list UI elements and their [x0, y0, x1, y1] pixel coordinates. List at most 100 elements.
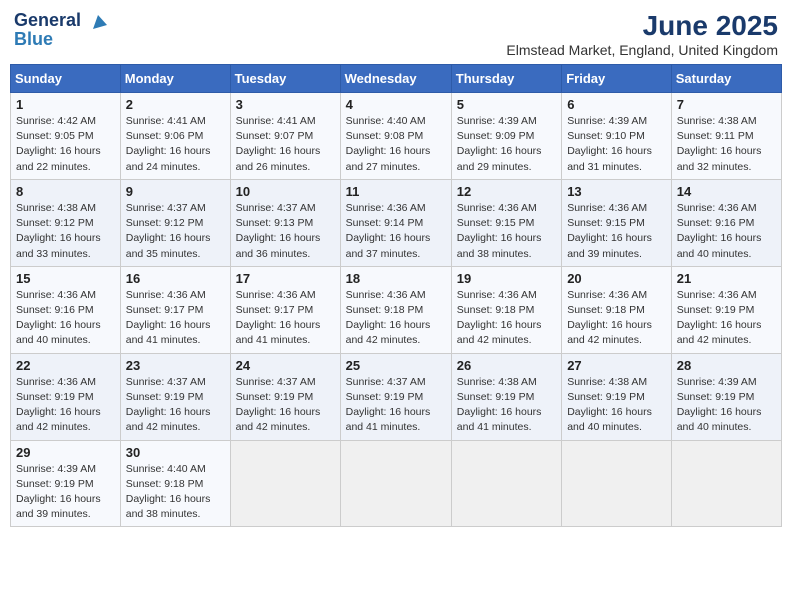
day-number: 21 [677, 271, 776, 286]
day-info: Sunrise: 4:36 AMSunset: 9:19 PMDaylight:… [16, 375, 115, 436]
day-info: Sunrise: 4:37 AMSunset: 9:19 PMDaylight:… [346, 375, 446, 436]
weekday-header-row: SundayMondayTuesdayWednesdayThursdayFrid… [11, 65, 782, 93]
day-info: Sunrise: 4:37 AMSunset: 9:19 PMDaylight:… [236, 375, 335, 436]
calendar-cell: 15 Sunrise: 4:36 AMSunset: 9:16 PMDayligh… [11, 266, 121, 353]
day-info: Sunrise: 4:41 AMSunset: 9:07 PMDaylight:… [236, 114, 335, 175]
day-number: 17 [236, 271, 335, 286]
day-info: Sunrise: 4:40 AMSunset: 9:18 PMDaylight:… [126, 462, 225, 523]
day-info: Sunrise: 4:39 AMSunset: 9:09 PMDaylight:… [457, 114, 556, 175]
calendar-cell: 12 Sunrise: 4:36 AMSunset: 9:15 PMDayligh… [451, 179, 561, 266]
day-info: Sunrise: 4:36 AMSunset: 9:15 PMDaylight:… [457, 201, 556, 262]
calendar-cell [230, 440, 340, 527]
calendar-cell: 26Sunrise: 4:38 AMSunset: 9:19 PMDayligh… [451, 353, 561, 440]
day-info: Sunrise: 4:36 AMSunset: 9:19 PMDaylight:… [677, 288, 776, 349]
day-number: 22 [16, 358, 115, 373]
weekday-header-sunday: Sunday [11, 65, 121, 93]
weekday-header-friday: Friday [562, 65, 672, 93]
weekday-header-saturday: Saturday [671, 65, 781, 93]
logo: General Blue [14, 10, 110, 50]
day-info: Sunrise: 4:36 AMSunset: 9:17 PMDaylight:… [126, 288, 225, 349]
day-number: 30 [126, 445, 225, 460]
day-number: 10 [236, 184, 335, 199]
calendar-cell: 3 Sunrise: 4:41 AMSunset: 9:07 PMDaylight… [230, 93, 340, 180]
calendar-cell: 28Sunrise: 4:39 AMSunset: 9:19 PMDayligh… [671, 353, 781, 440]
day-number: 14 [677, 184, 776, 199]
day-info: Sunrise: 4:36 AMSunset: 9:16 PMDaylight:… [16, 288, 115, 349]
day-info: Sunrise: 4:37 AMSunset: 9:19 PMDaylight:… [126, 375, 225, 436]
day-info: Sunrise: 4:38 AMSunset: 9:11 PMDaylight:… [677, 114, 776, 175]
day-number: 3 [236, 97, 335, 112]
calendar-table: SundayMondayTuesdayWednesdayThursdayFrid… [10, 64, 782, 527]
day-info: Sunrise: 4:36 AMSunset: 9:14 PMDaylight:… [346, 201, 446, 262]
calendar-cell: 17 Sunrise: 4:36 AMSunset: 9:17 PMDayligh… [230, 266, 340, 353]
day-number: 6 [567, 97, 666, 112]
day-number: 23 [126, 358, 225, 373]
day-number: 12 [457, 184, 556, 199]
calendar-cell: 8 Sunrise: 4:38 AMSunset: 9:12 PMDaylight… [11, 179, 121, 266]
day-info: Sunrise: 4:38 AMSunset: 9:12 PMDaylight:… [16, 201, 115, 262]
calendar-cell: 13 Sunrise: 4:36 AMSunset: 9:15 PMDayligh… [562, 179, 672, 266]
day-number: 29 [16, 445, 115, 460]
day-info: Sunrise: 4:36 AMSunset: 9:15 PMDaylight:… [567, 201, 666, 262]
day-number: 4 [346, 97, 446, 112]
calendar-cell [671, 440, 781, 527]
weekday-header-wednesday: Wednesday [340, 65, 451, 93]
day-number: 8 [16, 184, 115, 199]
day-info: Sunrise: 4:36 AMSunset: 9:18 PMDaylight:… [567, 288, 666, 349]
calendar-cell: 6 Sunrise: 4:39 AMSunset: 9:10 PMDaylight… [562, 93, 672, 180]
calendar-cell: 22 Sunrise: 4:36 AMSunset: 9:19 PMDayligh… [11, 353, 121, 440]
day-number: 11 [346, 184, 446, 199]
day-number: 5 [457, 97, 556, 112]
day-number: 15 [16, 271, 115, 286]
title-block: June 2025 Elmstead Market, England, Unit… [506, 10, 778, 58]
day-info: Sunrise: 4:39 AMSunset: 9:19 PMDaylight:… [16, 462, 115, 523]
calendar-cell: 16Sunrise: 4:36 AMSunset: 9:17 PMDayligh… [120, 266, 230, 353]
calendar-cell: 24 Sunrise: 4:37 AMSunset: 9:19 PMDayligh… [230, 353, 340, 440]
day-info: Sunrise: 4:42 AMSunset: 9:05 PMDaylight:… [16, 114, 115, 175]
calendar-week-4: 22 Sunrise: 4:36 AMSunset: 9:19 PMDayligh… [11, 353, 782, 440]
day-number: 9 [126, 184, 225, 199]
calendar-cell: 25 Sunrise: 4:37 AMSunset: 9:19 PMDayligh… [340, 353, 451, 440]
calendar-week-5: 29 Sunrise: 4:39 AMSunset: 9:19 PMDayligh… [11, 440, 782, 527]
calendar-cell: 20 Sunrise: 4:36 AMSunset: 9:18 PMDayligh… [562, 266, 672, 353]
day-number: 20 [567, 271, 666, 286]
calendar-cell: 14 Sunrise: 4:36 AMSunset: 9:16 PMDayligh… [671, 179, 781, 266]
calendar-week-2: 8 Sunrise: 4:38 AMSunset: 9:12 PMDaylight… [11, 179, 782, 266]
day-number: 13 [567, 184, 666, 199]
day-info: Sunrise: 4:37 AMSunset: 9:12 PMDaylight:… [126, 201, 225, 262]
calendar-cell: 7 Sunrise: 4:38 AMSunset: 9:11 PMDaylight… [671, 93, 781, 180]
day-info: Sunrise: 4:36 AMSunset: 9:16 PMDaylight:… [677, 201, 776, 262]
day-info: Sunrise: 4:39 AMSunset: 9:19 PMDaylight:… [677, 375, 776, 436]
day-number: 7 [677, 97, 776, 112]
calendar-cell: 10Sunrise: 4:37 AMSunset: 9:13 PMDayligh… [230, 179, 340, 266]
day-info: Sunrise: 4:38 AMSunset: 9:19 PMDaylight:… [457, 375, 556, 436]
calendar-cell: 19 Sunrise: 4:36 AMSunset: 9:18 PMDayligh… [451, 266, 561, 353]
weekday-header-thursday: Thursday [451, 65, 561, 93]
day-info: Sunrise: 4:36 AMSunset: 9:18 PMDaylight:… [457, 288, 556, 349]
day-info: Sunrise: 4:40 AMSunset: 9:08 PMDaylight:… [346, 114, 446, 175]
day-number: 19 [457, 271, 556, 286]
day-number: 24 [236, 358, 335, 373]
calendar-cell: 29 Sunrise: 4:39 AMSunset: 9:19 PMDayligh… [11, 440, 121, 527]
calendar-cell: 1 Sunrise: 4:42 AMSunset: 9:05 PMDaylight… [11, 93, 121, 180]
main-title: June 2025 [506, 10, 778, 42]
day-number: 1 [16, 97, 115, 112]
calendar-cell: 4 Sunrise: 4:40 AMSunset: 9:08 PMDaylight… [340, 93, 451, 180]
calendar-cell [451, 440, 561, 527]
day-info: Sunrise: 4:39 AMSunset: 9:10 PMDaylight:… [567, 114, 666, 175]
weekday-header-tuesday: Tuesday [230, 65, 340, 93]
weekday-header-monday: Monday [120, 65, 230, 93]
page-header: General Blue June 2025 Elmstead Market, … [10, 10, 782, 58]
calendar-cell: 18Sunrise: 4:36 AMSunset: 9:18 PMDayligh… [340, 266, 451, 353]
day-number: 25 [346, 358, 446, 373]
calendar-cell: 30 Sunrise: 4:40 AMSunset: 9:18 PMDayligh… [120, 440, 230, 527]
calendar-week-3: 15 Sunrise: 4:36 AMSunset: 9:16 PMDayligh… [11, 266, 782, 353]
calendar-cell [340, 440, 451, 527]
calendar-cell: 21 Sunrise: 4:36 AMSunset: 9:19 PMDayligh… [671, 266, 781, 353]
calendar-cell: 11 Sunrise: 4:36 AMSunset: 9:14 PMDayligh… [340, 179, 451, 266]
day-number: 27 [567, 358, 666, 373]
day-number: 18 [346, 271, 446, 286]
day-info: Sunrise: 4:38 AMSunset: 9:19 PMDaylight:… [567, 375, 666, 436]
calendar-cell: 9 Sunrise: 4:37 AMSunset: 9:12 PMDaylight… [120, 179, 230, 266]
day-info: Sunrise: 4:36 AMSunset: 9:17 PMDaylight:… [236, 288, 335, 349]
